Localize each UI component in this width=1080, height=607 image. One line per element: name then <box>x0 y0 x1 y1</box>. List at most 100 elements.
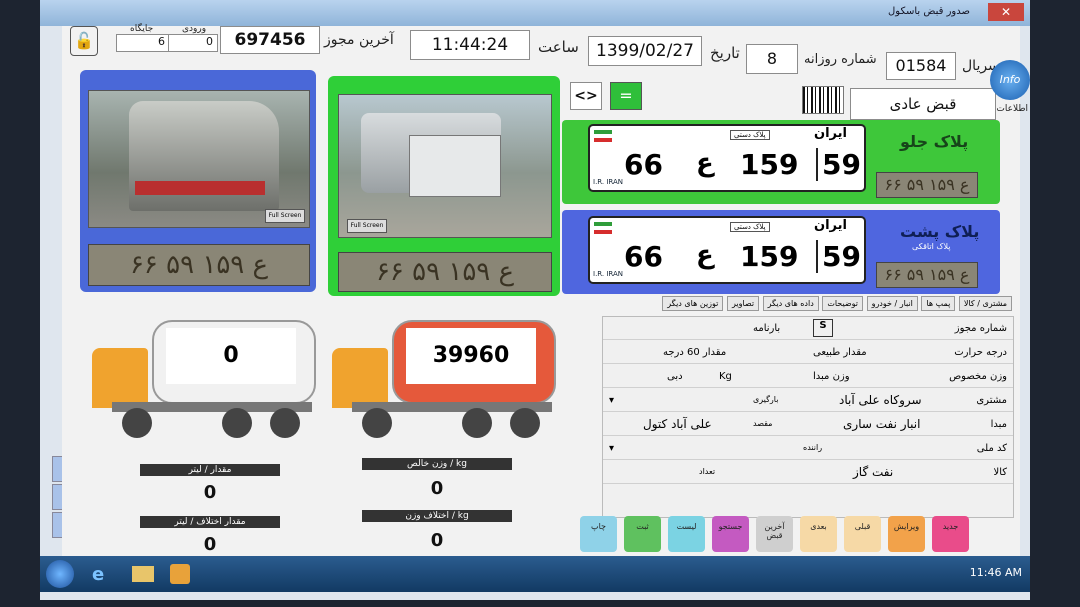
customer-label: مشتری <box>976 395 1007 406</box>
camera-panel-rear: Full Screen ۶۶ ع ۱۵۹ ۵۹ <box>80 70 316 292</box>
tank-value: 0 <box>166 328 296 384</box>
swap-button[interactable]: <> <box>570 82 602 110</box>
toolbar-button[interactable]: ویرایش <box>888 516 925 552</box>
plate-country-code: I.R. IRAN <box>593 178 624 186</box>
toolbar-button[interactable]: ثبت <box>624 516 661 552</box>
camera-image-front: Full Screen <box>338 94 552 238</box>
date-field[interactable]: 1399/02/27 <box>588 36 702 66</box>
bill-code[interactable]: S <box>813 319 833 337</box>
toolbar-button[interactable]: لیست <box>668 516 705 552</box>
weight-diff-label: اختلاف وزن / kg <box>362 510 512 522</box>
dest-label: مقصد <box>753 419 773 428</box>
form-row: وزن مخصوص وزن مبدا Kg دبی <box>603 365 1013 388</box>
details-form: شماره مجوز S بارنامه درجه حرارت مقدار طب… <box>602 316 1014 518</box>
toolbar-button[interactable]: چاپ <box>580 516 617 552</box>
tank-value: 39960 <box>406 328 536 384</box>
plate-letter: ع <box>696 240 714 270</box>
rear-plate: I.R. IRAN 66 ع 159 پلاک دستی ایران 59 <box>588 216 866 284</box>
front-plate-title: پلاک جلو <box>900 132 969 151</box>
natural-label: مقدار طبیعی <box>813 347 867 358</box>
camera-panel-front: Full Screen ۶۶ ع ۱۵۹ ۵۹ <box>328 76 560 296</box>
app-window: صدور قبض باسکول ✕ 🔓 جایگاه 6 ورودی 0 697… <box>40 0 1030 600</box>
plate-letter: ع <box>696 148 714 178</box>
serial-field[interactable]: 01584 <box>886 52 956 80</box>
rear-plate-read: ۶۶ ع ۱۵۹ ۵۹ <box>876 262 978 288</box>
plate-tag: پلاک دستی <box>730 222 770 232</box>
code-label: کد ملی <box>976 443 1007 454</box>
entry-field[interactable]: 0 <box>168 34 218 52</box>
daily-number-field[interactable]: 8 <box>746 44 798 74</box>
taskbar-clock: 11:46 AM <box>969 566 1022 579</box>
plate-tag: پلاک دستی <box>730 130 770 140</box>
temp-value[interactable]: مقدار 60 درجه <box>663 347 726 358</box>
rear-plate-title: پلاک پشت <box>900 222 980 241</box>
tab-notes[interactable]: توضیحات <box>822 296 864 311</box>
last-permit-field[interactable]: 697456 <box>220 26 320 54</box>
form-row: کد ملی راننده ▾ <box>603 437 1013 460</box>
qty-liter-value: 0 <box>203 482 217 503</box>
form-row: درجه حرارت مقدار طبیعی مقدار 60 درجه <box>603 341 1013 364</box>
fullscreen-button[interactable]: Full Screen <box>265 209 305 223</box>
chevron-down-icon[interactable]: ▾ <box>609 395 614 406</box>
window-titlebar: صدور قبض باسکول ✕ <box>40 0 1030 26</box>
ie-icon[interactable]: e <box>92 564 112 585</box>
time-label: ساعت <box>538 38 579 56</box>
plate-read-front: ۶۶ ع ۱۵۹ ۵۹ <box>338 252 552 292</box>
tab-bar: مشتری / کالا پمپ ها انبار / خودرو توضیحا… <box>602 296 1012 314</box>
tab-images[interactable]: تصاویر <box>726 296 760 311</box>
qty-diff-label: مقدار اختلاف / لیتر <box>140 516 280 528</box>
toolbar-button[interactable]: جستجو <box>712 516 749 552</box>
info-icon-label: Info <box>999 73 1021 86</box>
loader-label: بارگیری <box>753 395 779 404</box>
slot-label: جایگاه <box>130 24 154 34</box>
bill-label: بارنامه <box>753 323 781 334</box>
receipt-type-field[interactable]: قبض عادی <box>850 88 996 120</box>
unit-dbl: دبی <box>667 371 683 382</box>
net-weight-value: 0 <box>430 478 444 499</box>
slot-field[interactable]: 6 <box>116 34 170 52</box>
plate-number: 159 <box>740 148 799 181</box>
entry-label: ورودی <box>182 24 207 34</box>
plate-series: 66 <box>624 240 663 273</box>
goods-field[interactable]: نفت گاز <box>853 465 893 479</box>
info-desktop-icon[interactable]: Info <box>990 60 1030 100</box>
toolbar-button[interactable]: آخرین قبض <box>756 516 793 552</box>
toolbar-button[interactable]: قبلی <box>844 516 881 552</box>
explorer-icon[interactable] <box>132 566 154 582</box>
tab-warehouse[interactable]: انبار / خودرو <box>866 296 918 311</box>
origin-field[interactable]: انبار نفت ساری <box>843 417 920 431</box>
fullscreen-button[interactable]: Full Screen <box>347 219 387 233</box>
close-button[interactable]: ✕ <box>988 3 1024 21</box>
lock-icon[interactable]: 🔓 <box>70 26 98 56</box>
start-button[interactable] <box>46 560 74 588</box>
toolbar-button[interactable]: بعدی <box>800 516 837 552</box>
unit-kg: Kg <box>719 371 732 382</box>
tank-truck-loaded: 39960 <box>332 308 562 448</box>
flag-icon <box>594 130 612 142</box>
taskbar: e 11:46 AM <box>40 556 1030 592</box>
rear-plate-panel: I.R. IRAN 66 ع 159 پلاک دستی ایران 59 پل… <box>562 210 1000 294</box>
tank-truck-empty: 0 <box>92 308 322 448</box>
daily-number-label: شماره روزانه <box>804 52 877 67</box>
media-icon[interactable] <box>170 564 190 584</box>
tab-pumps[interactable]: پمپ ها <box>921 296 956 311</box>
toolbar-button[interactable]: جدید <box>932 516 969 552</box>
customer-field[interactable]: سروکاه علی آباد <box>839 393 922 407</box>
date-label: تاریخ <box>710 44 740 62</box>
flag-icon <box>594 222 612 234</box>
equal-button[interactable]: = <box>610 82 642 110</box>
tab-other-data[interactable]: داده های دیگر <box>762 296 819 311</box>
camera-image-rear: Full Screen <box>88 90 310 228</box>
tab-other-weighing[interactable]: توزین های دیگر <box>662 296 724 311</box>
plate-country-code: I.R. IRAN <box>593 270 624 278</box>
weight-diff-value: 0 <box>430 530 444 551</box>
count-label: تعداد <box>699 467 716 476</box>
time-field[interactable]: 11:44:24 <box>410 30 530 60</box>
chevron-down-icon[interactable]: ▾ <box>609 443 614 454</box>
form-row: شماره مجوز S بارنامه <box>603 317 1013 340</box>
dest-field[interactable]: علی آباد کتول <box>643 417 712 431</box>
tab-customer[interactable]: مشتری / کالا <box>958 296 1012 311</box>
last-permit-label: آخرین مجوز <box>324 32 394 48</box>
plate-number: 159 <box>740 240 799 273</box>
net-weight-label: وزن خالص / kg <box>362 458 512 470</box>
